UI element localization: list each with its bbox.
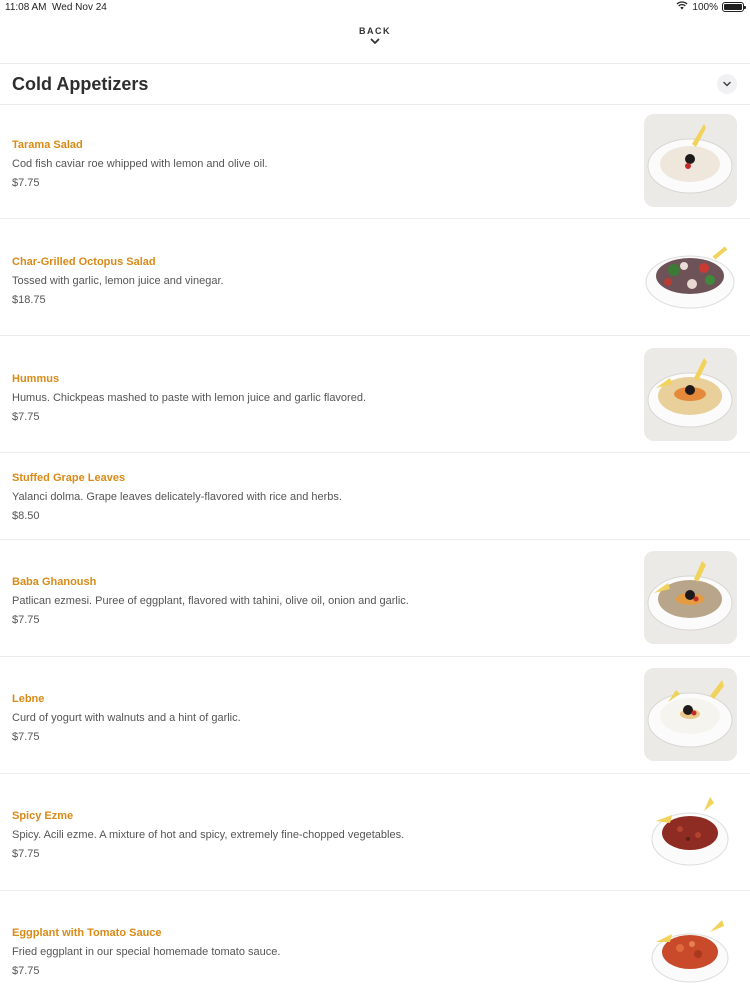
item-name: Tarama Salad: [12, 139, 83, 151]
hummus-photo: [644, 348, 737, 441]
section-title: Cold Appetizers: [12, 74, 149, 94]
item-price: $7.75: [12, 411, 40, 423]
baba-ghanoush-photo: [644, 551, 737, 644]
item-name: Baba Ghanoush: [12, 576, 97, 588]
octopus-salad-photo: [644, 230, 737, 323]
status-right: 100%: [676, 1, 746, 13]
eggplant-tomato-photo: [644, 902, 737, 995]
menu-item[interactable]: Eggplant with Tomato Sauce Fried eggplan…: [0, 891, 750, 1000]
item-price: $7.75: [12, 731, 40, 743]
menu-item[interactable]: Spicy Ezme Spicy. Acili ezme. A mixture …: [0, 774, 750, 890]
status-bar: 11:08 AM Wed Nov 24 100%: [0, 0, 750, 16]
item-name: Lebne: [12, 693, 45, 705]
battery-percent: 100%: [692, 1, 718, 13]
item-name: Char-Grilled Octopus Salad: [12, 256, 156, 268]
menu-item[interactable]: Hummus Humus. Chickpeas mashed to paste …: [0, 336, 750, 452]
item-price: $8.50: [12, 510, 40, 522]
item-name: Spicy Ezme: [12, 810, 74, 822]
status-time: 11:08 AM: [5, 2, 47, 13]
menu-item[interactable]: Char-Grilled Octopus Salad Tossed with g…: [0, 219, 750, 335]
item-price: $7.75: [12, 177, 40, 189]
menu-item[interactable]: Tarama Salad Cod fish caviar roe whipped…: [0, 105, 750, 218]
item-description: Patlican ezmesi. Puree of eggplant, flav…: [12, 595, 409, 607]
item-description: Spicy. Acili ezme. A mixture of hot and …: [12, 829, 405, 841]
item-description: Tossed with garlic, lemon juice and vine…: [12, 275, 224, 287]
menu-item[interactable]: Lebne Curd of yogurt with walnuts and a …: [0, 657, 750, 773]
menu-item[interactable]: Stuffed Grape Leaves Yalanci dolma. Grap…: [0, 453, 750, 539]
item-price: $7.75: [12, 848, 40, 860]
item-price: $18.75: [12, 294, 46, 306]
back-label: BACK: [359, 26, 391, 36]
item-description: Cod fish caviar roe whipped with lemon a…: [12, 158, 268, 170]
header-divider: [0, 63, 750, 64]
item-description: Humus. Chickpeas mashed to paste with le…: [12, 392, 367, 404]
battery-icon: [722, 2, 746, 12]
chevron-up-icon: [723, 81, 731, 87]
battery-level-fill: [724, 4, 742, 10]
tarama-salad-photo: [644, 114, 737, 207]
item-description: Yalanci dolma. Grape leaves delicately-f…: [12, 491, 342, 503]
status-date: Wed Nov 24: [52, 2, 107, 13]
item-price: $7.75: [12, 614, 40, 626]
lebne-photo: [644, 668, 737, 761]
item-description: Curd of yogurt with walnuts and a hint o…: [12, 712, 241, 724]
menu-item[interactable]: Baba Ghanoush Patlican ezmesi. Puree of …: [0, 540, 750, 656]
wifi-icon: [676, 1, 688, 13]
spicy-ezme-photo: [644, 785, 737, 878]
item-description: Fried eggplant in our special homemade t…: [12, 946, 281, 958]
back-button[interactable]: BACK: [0, 26, 750, 45]
collapse-section-button[interactable]: [717, 74, 737, 94]
item-name: Stuffed Grape Leaves: [12, 472, 126, 484]
item-name: Hummus: [12, 373, 60, 385]
item-price: $7.75: [12, 965, 40, 977]
chevron-down-icon: [370, 38, 380, 44]
item-name: Eggplant with Tomato Sauce: [12, 927, 162, 939]
